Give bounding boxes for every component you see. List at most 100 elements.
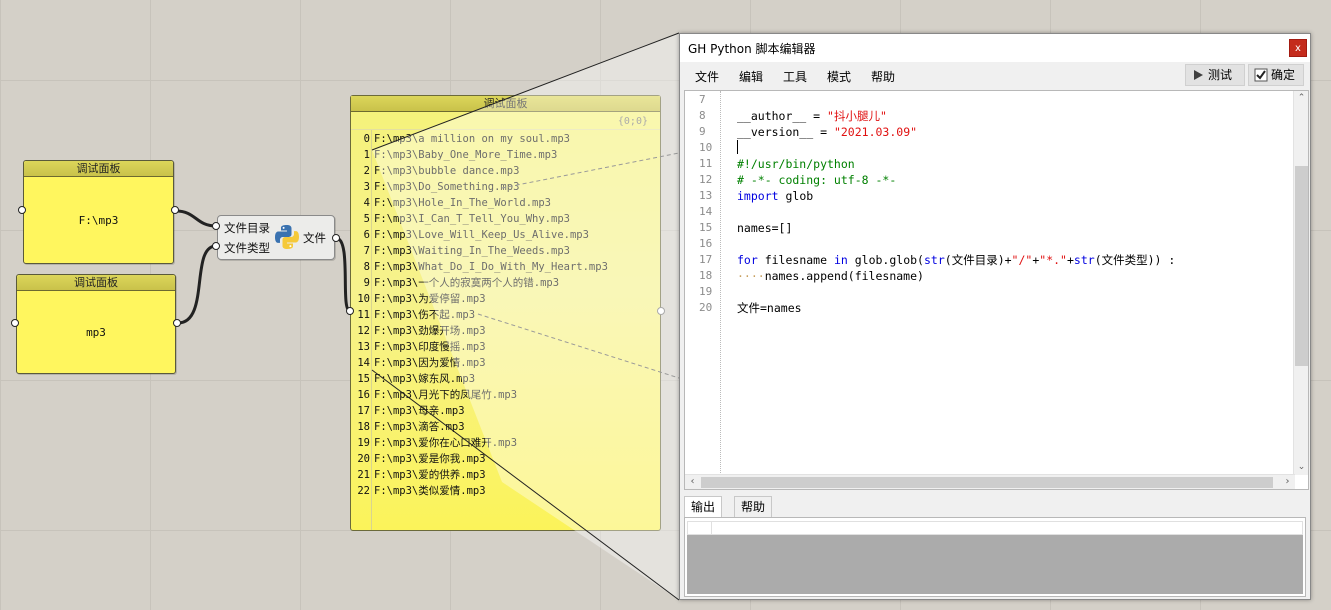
list-item-index: 18	[357, 421, 370, 433]
code-vertical-scrollbar[interactable]: ⌃ ⌄	[1293, 91, 1308, 475]
input-directory-grip[interactable]	[212, 222, 220, 230]
list-item: 16 F:\mp3\月光下的凤尾竹.mp3	[351, 387, 660, 403]
input-directory-label[interactable]: 文件目录	[224, 220, 270, 236]
panel-filetype-title: 调试面板	[17, 275, 175, 291]
scroll-right-icon[interactable]: ›	[1280, 475, 1295, 490]
list-item-index: 15	[357, 373, 370, 385]
panel-filetype-output-grip[interactable]	[173, 319, 181, 327]
list-item-path: F:\mp3\Hole_In_The_World.mp3	[374, 197, 552, 209]
panel-file-list-input-grip[interactable]	[346, 307, 354, 315]
list-item-path: F:\mp3\劲爆开场.mp3	[374, 325, 486, 337]
editor-titlebar[interactable]: GH Python 脚本编辑器 x	[680, 34, 1310, 62]
list-item: 4 F:\mp3\Hole_In_The_World.mp3	[351, 195, 660, 211]
list-item-path: F:\mp3\月光下的凤尾竹.mp3	[374, 389, 518, 401]
scroll-down-icon[interactable]: ⌄	[1294, 460, 1309, 475]
line-number: 9	[699, 125, 706, 138]
list-item-index: 1	[363, 149, 370, 161]
menu-file[interactable]: 文件	[695, 68, 719, 85]
horizontal-scroll-thumb[interactable]	[701, 477, 1273, 488]
code-line-import: import glob	[737, 189, 814, 203]
list-item-index: 20	[357, 453, 370, 465]
list-item: 10 F:\mp3\为爱停留.mp3	[351, 291, 660, 307]
list-item-index: 5	[363, 213, 370, 225]
wire-type	[177, 244, 217, 325]
list-item-path: F:\mp3\一个人的寂寞两个人的错.mp3	[374, 277, 560, 289]
list-item-index: 8	[363, 261, 370, 273]
input-filetype-label[interactable]: 文件类型	[224, 240, 270, 256]
line-number: 18	[699, 269, 713, 282]
text-caret	[737, 140, 738, 154]
menu-help[interactable]: 帮助	[871, 68, 895, 85]
list-item-index: 22	[357, 485, 370, 497]
line-number-gutter: 7 8 9 10 11 12 13 14 15 16 17 18 19 20	[685, 91, 721, 475]
panel-file-list[interactable]: 调试面板 {0;0} 0 F:\mp3\a million on my soul.…	[350, 95, 661, 531]
input-filetype-grip[interactable]	[212, 242, 220, 250]
list-item: 21 F:\mp3\爱的供养.mp3	[351, 467, 660, 483]
code-editor[interactable]: 7 8 9 10 11 12 13 14 15 16 17 18 19 20 __author__ = "…	[684, 90, 1309, 490]
list-item: 9 F:\mp3\一个人的寂寞两个人的错.mp3	[351, 275, 660, 291]
tab-help[interactable]: 帮助	[734, 496, 773, 517]
scroll-up-icon[interactable]: ⌃	[1294, 91, 1309, 106]
scroll-left-icon[interactable]: ‹	[685, 475, 700, 490]
line-number: 16	[699, 237, 713, 250]
code-line-for: for filesname in glob.glob(str(文件目录)+"/"…	[737, 253, 1176, 267]
panel-directory-input-grip[interactable]	[18, 206, 26, 214]
list-item: 7 F:\mp3\Waiting_In_The_Weeds.mp3	[351, 243, 660, 259]
editor-menubar: 文件 编辑 工具 模式 帮助 测试 确定	[680, 62, 1310, 88]
ok-button-label: 确定	[1271, 68, 1296, 82]
menu-mode[interactable]: 模式	[827, 68, 851, 85]
code-line-shebang: #!/usr/bin/python	[737, 157, 855, 171]
list-item: 15 F:\mp3\嫁东风.mp3	[351, 371, 660, 387]
list-item-index: 7	[363, 245, 370, 257]
output-file-label[interactable]: 文件	[303, 230, 326, 246]
code-line-append: ····names.append(filesname)	[737, 269, 924, 283]
menu-edit[interactable]: 编辑	[739, 68, 763, 85]
panel-file-list-output-grip[interactable]	[657, 307, 665, 315]
list-item-index: 2	[363, 165, 370, 177]
menu-tools[interactable]: 工具	[783, 68, 807, 85]
list-item: 12 F:\mp3\劲爆开场.mp3	[351, 323, 660, 339]
output-pane[interactable]	[684, 517, 1306, 597]
python-component[interactable]: 文件目录 文件类型 文件	[217, 215, 335, 260]
python-logo-icon	[275, 225, 299, 249]
close-button[interactable]: x	[1289, 39, 1307, 57]
file-list: 0 F:\mp3\a million on my soul.mp3 1 F:\mp3\…	[351, 129, 660, 530]
output-body	[687, 535, 1303, 594]
list-item-path: F:\mp3\Do_Something.mp3	[374, 181, 520, 193]
panel-filetype-value: mp3	[86, 326, 106, 339]
play-icon	[1194, 70, 1203, 80]
line-number: 19	[699, 285, 713, 298]
code-line-version: __version__ = "2021.03.09"	[737, 125, 918, 139]
line-number: 11	[699, 157, 713, 170]
line-number: 8	[699, 109, 706, 122]
list-item-path: F:\mp3\伤不起.mp3	[374, 309, 476, 321]
line-number: 15	[699, 221, 713, 234]
panel-directory-output-grip[interactable]	[171, 206, 179, 214]
code-line-names-init: names=[]	[737, 221, 793, 235]
list-item-index: 12	[357, 325, 370, 337]
list-item: 18 F:\mp3\滴答.mp3	[351, 419, 660, 435]
line-number: 17	[699, 253, 713, 266]
list-item-path: F:\mp3\嫁东风.mp3	[374, 373, 476, 385]
test-button[interactable]: 测试	[1185, 64, 1245, 86]
python-editor-window[interactable]: GH Python 脚本编辑器 x 文件 编辑 工具 模式 帮助 测试 确定 7…	[679, 33, 1311, 600]
list-item-index: 14	[357, 357, 370, 369]
vertical-scroll-thumb[interactable]	[1295, 166, 1308, 366]
list-item-index: 6	[363, 229, 370, 241]
panel-directory[interactable]: 调试面板 F:\mp3	[23, 160, 174, 264]
ok-button[interactable]: 确定	[1248, 64, 1304, 86]
list-item-path: F:\mp3\What_Do_I_Do_With_My_Heart.mp3	[374, 261, 608, 273]
panel-filetype[interactable]: 调试面板 mp3	[16, 274, 176, 374]
list-item-index: 0	[363, 133, 370, 145]
list-item-path: F:\mp3\母亲.mp3	[374, 405, 465, 417]
list-item: 22 F:\mp3\类似爱情.mp3	[351, 483, 660, 499]
list-item-index: 21	[357, 469, 370, 481]
line-number: 7	[699, 93, 706, 106]
tab-output[interactable]: 输出	[684, 496, 723, 518]
code-horizontal-scrollbar[interactable]: ‹ ›	[685, 474, 1295, 489]
list-item: 14 F:\mp3\因为爱情.mp3	[351, 355, 660, 371]
list-item: 13 F:\mp3\印度慢摇.mp3	[351, 339, 660, 355]
panel-filetype-input-grip[interactable]	[11, 319, 19, 327]
output-file-grip[interactable]	[332, 234, 340, 242]
line-number: 14	[699, 205, 713, 218]
